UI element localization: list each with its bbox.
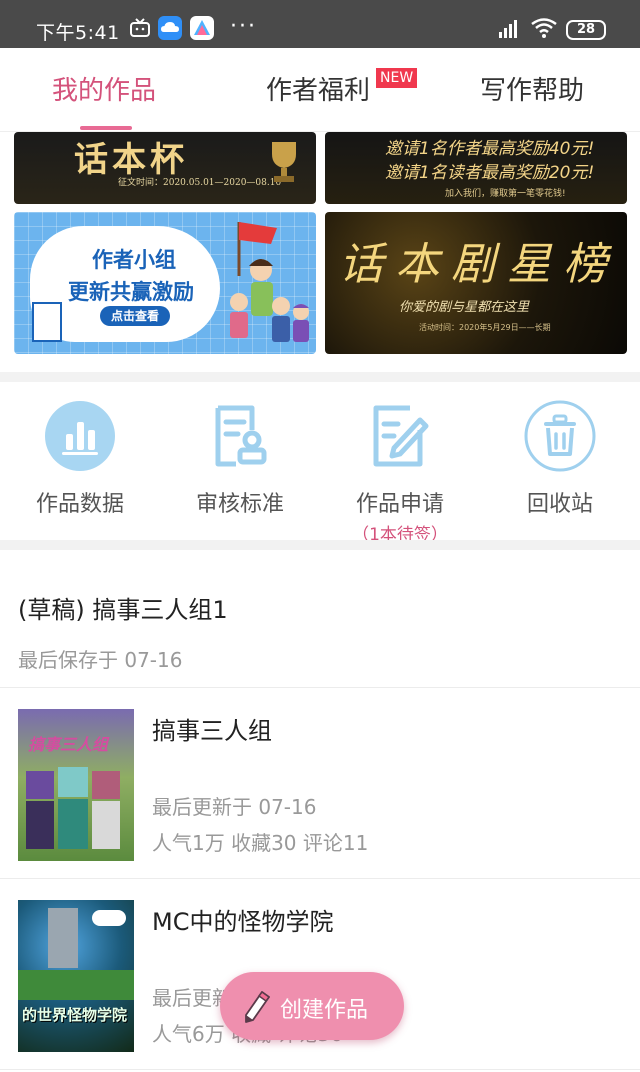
view-button[interactable]: 点击查看 <box>100 306 170 326</box>
draft-saved-date: 最后保存于 07-16 <box>18 648 183 672</box>
cover-title: 的世界怪物学院 <box>22 1006 128 1024</box>
wifi-icon <box>531 18 557 38</box>
banner-invite-reward[interactable]: 邀请1名作者最高奖励40元! 邀请1名读者最高奖励20元! 加入我们，赚取第一笔… <box>325 132 627 204</box>
battery-icon: 28 <box>566 20 606 40</box>
banner-subtitle: 征文时间：2020.05.01—2020—08.10 <box>118 178 282 188</box>
work-stats: 人气1万 收藏30 评论11 <box>152 831 369 855</box>
active-tab-indicator <box>80 126 132 130</box>
trash-icon <box>524 400 596 472</box>
quick-action-label: 回收站 <box>526 492 593 517</box>
banner-writing-cup[interactable]: 话本杯 征文时间：2020.05.01—2020—08.10 <box>14 132 316 204</box>
status-time: 下午5:41 <box>36 22 120 44</box>
quick-action-label: 作品申请 <box>355 492 444 517</box>
cartoon-people-illustration <box>230 222 309 342</box>
trophy-icon <box>272 142 296 182</box>
section-divider <box>0 540 640 550</box>
banner-line-2: 邀请1名读者最高奖励20元! <box>385 163 595 183</box>
create-work-button[interactable]: 创建作品 <box>220 972 404 1040</box>
work-cover-image: 搞事三人组 <box>18 709 134 861</box>
signal-icon <box>497 18 521 38</box>
quick-action-label: 审核标准 <box>195 492 284 517</box>
quick-action-review-standard[interactable]: 审核标准 <box>170 392 310 518</box>
cloud-app-icon <box>158 16 182 40</box>
draft-title: (草稿) 搞事三人组1 <box>18 596 228 624</box>
work-updated: 最后更新于 07-16 <box>152 795 317 819</box>
banner-note: 活动时间：2020年5月29日——长期 <box>419 323 551 332</box>
clipboard-icon <box>32 302 62 342</box>
review-document-icon <box>215 405 267 467</box>
tab-author-benefits[interactable]: 作者福利 <box>266 70 370 107</box>
banner-line-1: 邀请1名作者最高奖励40元! <box>385 139 595 159</box>
banner-note: 加入我们，赚取第一笔零花钱! <box>445 189 566 199</box>
new-badge: NEW <box>376 68 418 88</box>
quick-action-label: 作品数据 <box>35 492 124 517</box>
work-cover-image: 的世界怪物学院 <box>18 900 134 1052</box>
tab-writing-help[interactable]: 写作帮助 <box>480 70 584 107</box>
app-icon <box>190 16 214 40</box>
work-title: MC中的怪物学院 <box>152 908 334 936</box>
status-bar: 下午5:41 ··· 28 <box>0 0 640 48</box>
create-work-label: 创建作品 <box>280 998 369 1023</box>
list-item-draft[interactable]: (草稿) 搞事三人组1 最后保存于 07-16 <box>0 552 640 688</box>
banner-subtitle: 你爱的剧与星都在这里 <box>399 300 530 315</box>
quick-action-work-data[interactable]: 作品数据 <box>10 392 150 518</box>
banner-author-group[interactable]: 作者小组 更新共赢激励 点击查看 <box>14 212 316 354</box>
tab-my-works[interactable]: 我的作品 <box>52 70 156 107</box>
bar-chart-icon <box>45 401 115 471</box>
section-divider <box>0 372 640 382</box>
banner-line-2: 更新共赢激励 <box>68 280 194 304</box>
banner-title: 话本杯 <box>74 140 188 180</box>
more-notifications-icon: ··· <box>230 14 257 39</box>
pencil-icon <box>245 990 271 1023</box>
banner-drama-star-ranking[interactable]: 话本剧星榜 你爱的剧与星都在这里 活动时间：2020年5月29日——长期 <box>325 212 627 354</box>
tv-icon <box>128 16 152 40</box>
quick-action-recycle-bin[interactable]: 回收站 <box>490 392 630 518</box>
list-item-work[interactable]: 搞事三人组 搞事三人组 最后更新于 07-16 人气1万 收藏30 评论11 <box>0 689 640 879</box>
tab-bar: 我的作品 作者福利 NEW 写作帮助 <box>0 48 640 132</box>
work-title: 搞事三人组 <box>152 717 272 745</box>
quick-action-work-application[interactable]: 作品申请 （1本待签） <box>330 392 470 545</box>
banner-title: 话本剧星榜 <box>339 239 619 290</box>
edit-document-icon <box>373 405 429 467</box>
cover-title: 搞事三人组 <box>28 735 109 754</box>
banner-line-1: 作者小组 <box>92 248 176 272</box>
